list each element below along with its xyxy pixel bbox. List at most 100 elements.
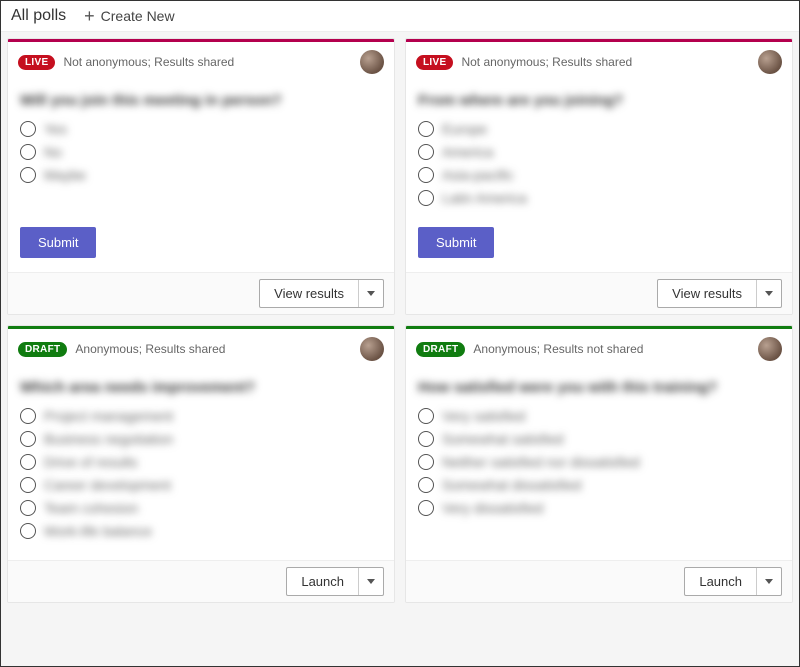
card-body: Will you join this meeting in person? Ye… xyxy=(8,82,394,227)
submit-button[interactable]: Submit xyxy=(20,227,96,258)
option-label: Somewhat dissatisfied xyxy=(442,477,581,493)
dropdown-toggle[interactable] xyxy=(359,280,383,307)
launch-button[interactable]: Launch xyxy=(287,568,359,595)
avatar[interactable] xyxy=(758,50,782,74)
plus-icon: + xyxy=(84,7,95,25)
chevron-down-icon xyxy=(367,291,375,296)
dropdown-toggle[interactable] xyxy=(757,280,781,307)
radio-icon xyxy=(418,144,434,160)
dropdown-toggle[interactable] xyxy=(757,568,781,595)
card-footer: Launch xyxy=(8,560,394,602)
avatar[interactable] xyxy=(758,337,782,361)
poll-option[interactable]: Work-life balance xyxy=(20,523,382,539)
radio-icon xyxy=(20,431,36,447)
poll-option[interactable]: Project management xyxy=(20,408,382,424)
poll-meta: Anonymous; Results not shared xyxy=(473,342,750,356)
view-results-button[interactable]: View results xyxy=(658,280,757,307)
radio-icon xyxy=(20,477,36,493)
option-label: Drive of results xyxy=(44,454,137,470)
radio-icon xyxy=(418,477,434,493)
card-footer: Launch xyxy=(406,560,792,602)
status-badge: LIVE xyxy=(18,55,55,70)
poll-option[interactable]: Drive of results xyxy=(20,454,382,470)
poll-option[interactable]: Business negotiation xyxy=(20,431,382,447)
create-new-button[interactable]: + Create New xyxy=(84,7,174,25)
poll-card: DRAFT Anonymous; Results shared Which ar… xyxy=(7,325,395,603)
poll-option[interactable]: Asia-pacific xyxy=(418,167,780,183)
card-body: How satisfied were you with this trainin… xyxy=(406,369,792,560)
dropdown-toggle[interactable] xyxy=(359,568,383,595)
card-header: DRAFT Anonymous; Results not shared xyxy=(406,329,792,369)
submit-area: Submit xyxy=(8,227,394,272)
radio-icon xyxy=(418,500,434,516)
card-footer: View results xyxy=(8,272,394,314)
view-results-button[interactable]: View results xyxy=(260,280,359,307)
poll-option[interactable]: No xyxy=(20,144,382,160)
option-label: America xyxy=(442,144,493,160)
chevron-down-icon xyxy=(765,291,773,296)
radio-icon xyxy=(20,523,36,539)
poll-option[interactable]: Very dissatisfied xyxy=(418,500,780,516)
poll-option[interactable]: Europe xyxy=(418,121,780,137)
chevron-down-icon xyxy=(367,579,375,584)
create-new-label: Create New xyxy=(101,8,175,24)
poll-option[interactable]: Team cohesion xyxy=(20,500,382,516)
poll-option[interactable]: Neither satisfied nor dissatisfied xyxy=(418,454,780,470)
avatar[interactable] xyxy=(360,337,384,361)
card-body: From where are you joining? Europe Ameri… xyxy=(406,82,792,227)
poll-option[interactable]: Career development xyxy=(20,477,382,493)
polls-grid: LIVE Not anonymous; Results shared Will … xyxy=(1,32,799,609)
poll-option[interactable]: Very satisfied xyxy=(418,408,780,424)
status-badge: DRAFT xyxy=(18,342,67,357)
option-label: Very satisfied xyxy=(442,408,525,424)
card-body: Which area needs improvement? Project ma… xyxy=(8,369,394,560)
page-title: All polls xyxy=(11,7,66,25)
submit-button[interactable]: Submit xyxy=(418,227,494,258)
option-label: Project management xyxy=(44,408,173,424)
option-label: Business negotiation xyxy=(44,431,173,447)
radio-icon xyxy=(418,190,434,206)
radio-icon xyxy=(418,454,434,470)
poll-option[interactable]: America xyxy=(418,144,780,160)
poll-meta: Not anonymous; Results shared xyxy=(461,55,750,69)
poll-question: Which area needs improvement? xyxy=(20,379,382,396)
option-label: Work-life balance xyxy=(44,523,152,539)
poll-question: Will you join this meeting in person? xyxy=(20,92,382,109)
poll-meta: Anonymous; Results shared xyxy=(75,342,352,356)
poll-card: LIVE Not anonymous; Results shared From … xyxy=(405,38,793,315)
status-badge: DRAFT xyxy=(416,342,465,357)
view-results-split-button: View results xyxy=(259,279,384,308)
radio-icon xyxy=(20,121,36,137)
option-label: Latin America xyxy=(442,190,527,206)
option-label: Very dissatisfied xyxy=(442,500,543,516)
radio-icon xyxy=(418,121,434,137)
radio-icon xyxy=(20,167,36,183)
poll-option[interactable]: Yes xyxy=(20,121,382,137)
poll-card: LIVE Not anonymous; Results shared Will … xyxy=(7,38,395,315)
poll-option[interactable]: Maybe xyxy=(20,167,382,183)
radio-icon xyxy=(20,144,36,160)
launch-split-button: Launch xyxy=(286,567,384,596)
option-label: No xyxy=(44,144,62,160)
card-header: DRAFT Anonymous; Results shared xyxy=(8,329,394,369)
poll-meta: Not anonymous; Results shared xyxy=(63,55,352,69)
option-label: Somewhat satisfied xyxy=(442,431,563,447)
poll-option[interactable]: Somewhat dissatisfied xyxy=(418,477,780,493)
poll-option[interactable]: Somewhat satisfied xyxy=(418,431,780,447)
option-label: Asia-pacific xyxy=(442,167,514,183)
radio-icon xyxy=(418,431,434,447)
avatar[interactable] xyxy=(360,50,384,74)
status-badge: LIVE xyxy=(416,55,453,70)
poll-question: How satisfied were you with this trainin… xyxy=(418,379,780,396)
radio-icon xyxy=(20,454,36,470)
launch-button[interactable]: Launch xyxy=(685,568,757,595)
poll-option[interactable]: Latin America xyxy=(418,190,780,206)
option-label: Maybe xyxy=(44,167,86,183)
header: All polls + Create New xyxy=(1,1,799,32)
card-footer: View results xyxy=(406,272,792,314)
option-label: Europe xyxy=(442,121,487,137)
card-header: LIVE Not anonymous; Results shared xyxy=(406,42,792,82)
option-label: Team cohesion xyxy=(44,500,138,516)
radio-icon xyxy=(20,408,36,424)
option-label: Career development xyxy=(44,477,171,493)
